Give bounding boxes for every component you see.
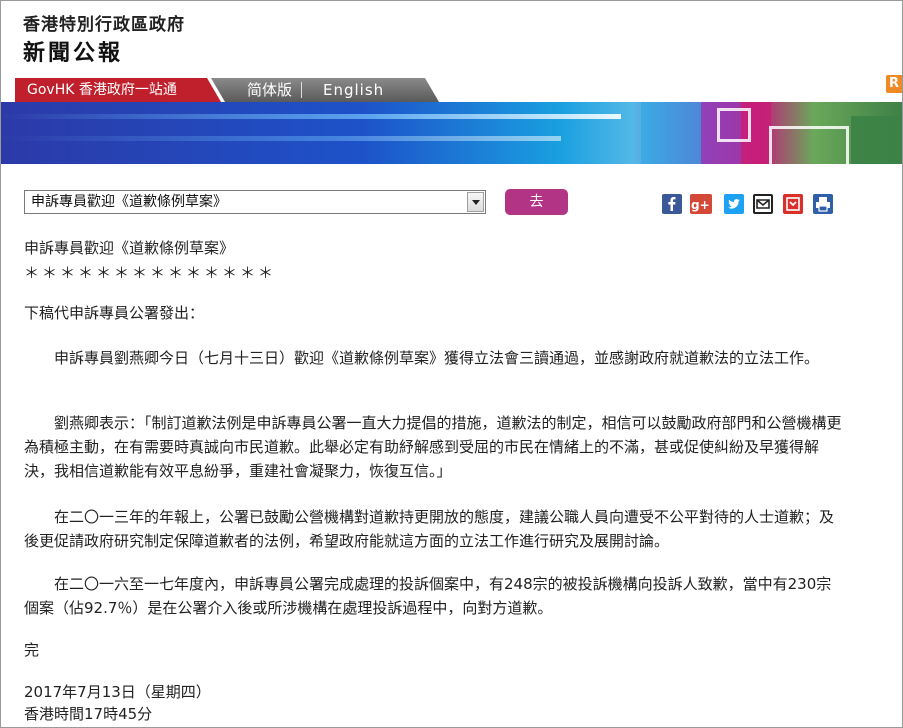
- article-paragraph: 劉燕卿表示：「制訂道歉法例是申訴專員公署一直大力提倡的措施，道歉法的制定，相信可…: [24, 414, 842, 480]
- title-underline-stars: ＊＊＊＊＊＊＊＊＊＊＊＊＊＊: [24, 264, 277, 282]
- banner-streak: [1, 114, 621, 119]
- rss-icon[interactable]: R: [886, 75, 902, 93]
- article-title: 申訴專員歡迎《道歉條例草案》: [24, 239, 235, 257]
- go-button[interactable]: 去: [505, 189, 568, 215]
- press-release-select[interactable]: 申訴專員歡迎《道歉條例草案》: [24, 190, 486, 214]
- article-paragraph: 在二〇一六至一七年度內，申訴專員公署完成處理的投訴個案中，有248宗的被投訴機構…: [24, 575, 832, 617]
- facebook-icon[interactable]: [662, 194, 682, 214]
- article-end: 完: [24, 641, 40, 659]
- page-header: 香港特別行政區政府 新聞公報: [1, 1, 902, 76]
- email-icon[interactable]: [753, 194, 773, 214]
- press-releases-title: 新聞公報: [23, 41, 124, 66]
- chevron-down-icon[interactable]: [467, 192, 484, 212]
- nav-divider: [301, 82, 302, 98]
- article-paragraph: 在二〇一三年的年報上，公署已鼓勵公營機構對道歉持更開放的態度，建議公職人員向遭受…: [24, 508, 835, 550]
- bookmark-icon[interactable]: [783, 194, 803, 214]
- top-nav: GovHK 香港政府一站通 简体版 English: [15, 78, 439, 102]
- banner-streak: [1, 136, 561, 141]
- google-plus-icon[interactable]: g+: [690, 194, 712, 214]
- article-intro: 下稿代申訴專員公署發出：: [24, 304, 205, 322]
- select-value: 申訴專員歡迎《道歉條例草案》: [31, 194, 227, 210]
- banner-square: [717, 108, 751, 142]
- release-date: 2017年7月13日（星期四）: [24, 683, 211, 701]
- page-frame: 香港特別行政區政府 新聞公報 GovHK 香港政府一站通 简体版 English…: [0, 0, 903, 728]
- english-link[interactable]: English: [323, 78, 384, 102]
- banner-block: [851, 116, 902, 164]
- govhk-link[interactable]: GovHK 香港政府一站通: [15, 78, 221, 102]
- svg-text:g+: g+: [691, 198, 710, 212]
- banner-square: [769, 126, 849, 164]
- article-paragraph: 申訴專員劉燕卿今日（七月十三日）歡迎《道歉條例草案》獲得立法會三讀通過，並感謝政…: [54, 349, 820, 367]
- header-banner: [1, 102, 902, 164]
- banner-block: [641, 102, 701, 164]
- release-time: 香港時間17時45分: [24, 705, 153, 723]
- twitter-icon[interactable]: [724, 194, 744, 214]
- gov-name: 香港特別行政區政府: [23, 15, 185, 35]
- print-icon[interactable]: [813, 194, 833, 214]
- simplified-chinese-link[interactable]: 简体版: [247, 78, 292, 102]
